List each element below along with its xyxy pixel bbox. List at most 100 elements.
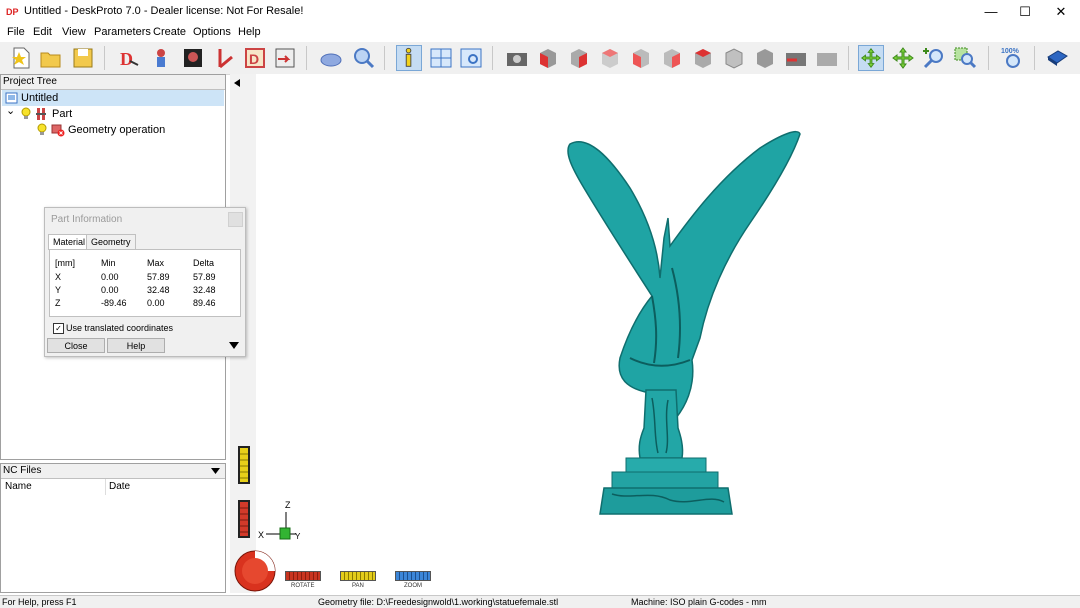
tab-geometry[interactable]: Geometry <box>86 234 136 249</box>
rotate-dial-icon[interactable] <box>234 550 276 592</box>
simulation-icon[interactable] <box>318 45 344 71</box>
view-bottom-icon[interactable] <box>721 45 747 71</box>
info-icon[interactable] <box>396 45 422 71</box>
status-machine: Machine: ISO plain G-codes - mm <box>631 597 767 607</box>
toolbar-separator <box>1034 46 1035 70</box>
row-y-min: 0.00 <box>101 285 119 295</box>
row-x-max: 57.89 <box>147 272 170 282</box>
pan-icon[interactable] <box>890 45 916 71</box>
open-folder-icon[interactable] <box>38 45 64 71</box>
nc-files-header[interactable]: NC Files <box>1 464 225 479</box>
window-title: Untitled - DeskProto 7.0 - Dealer licens… <box>24 5 304 17</box>
zoom-window-icon[interactable] <box>952 45 978 71</box>
menu-file[interactable]: File <box>7 26 25 38</box>
status-help: For Help, press F1 <box>2 597 77 607</box>
menu-parameters[interactable]: Parameters <box>94 26 151 38</box>
translated-coordinates-checkbox[interactable]: ✓ <box>53 323 64 334</box>
yellow-slider-icon[interactable] <box>238 446 250 484</box>
rotate-mode-button[interactable] <box>285 571 321 581</box>
zoom-in-icon[interactable] <box>921 45 947 71</box>
zoom-mode-button[interactable] <box>395 571 431 581</box>
lightbulb-icon[interactable] <box>21 107 31 120</box>
header-delta: Delta <box>193 258 215 268</box>
close-window-button[interactable]: ✕ <box>1044 0 1078 24</box>
pan-mode-button[interactable] <box>340 571 376 581</box>
part-parameters-icon[interactable] <box>148 45 174 71</box>
svg-text:100%: 100% <box>1001 48 1020 55</box>
close-button[interactable]: Close <box>47 338 105 353</box>
toolbar-separator <box>988 46 989 70</box>
row-x-axis: X <box>55 272 62 282</box>
save-icon[interactable] <box>70 45 96 71</box>
lightbulb-icon[interactable] <box>37 123 47 136</box>
view-left-icon[interactable] <box>628 45 654 71</box>
nc-files-panel: NC Files Name Date <box>0 463 226 593</box>
tree-item-untitled[interactable]: Untitled <box>2 90 224 106</box>
row-y-delta: 32.48 <box>193 285 216 295</box>
help-book-icon[interactable] <box>1044 45 1070 71</box>
zoom-100-icon[interactable]: 100% <box>1000 45 1026 71</box>
toolbar-separator <box>104 46 105 70</box>
window-layout-icon[interactable] <box>428 45 454 71</box>
next-view-icon[interactable] <box>814 45 840 71</box>
menu-help[interactable]: Help <box>238 26 261 38</box>
view-default-icon[interactable] <box>752 45 778 71</box>
rotate-icon[interactable] <box>858 45 884 71</box>
view-back-icon[interactable] <box>597 45 623 71</box>
row-x-min: 0.00 <box>101 272 119 282</box>
view-iso-icon[interactable] <box>535 45 561 71</box>
view-top-icon[interactable] <box>690 45 716 71</box>
menu-edit[interactable]: Edit <box>33 26 52 38</box>
toolbar-separator <box>848 46 849 70</box>
write-nc-file-icon[interactable] <box>272 45 298 71</box>
tab-material[interactable]: Material <box>48 234 91 250</box>
tree-label-untitled: Untitled <box>21 92 59 104</box>
project-tree-header: Project Tree <box>1 75 225 90</box>
dialog-close-button[interactable] <box>228 212 243 227</box>
statue-model[interactable] <box>560 128 810 520</box>
dropdown-arrow-icon[interactable] <box>211 468 220 474</box>
collapse-arrow-icon[interactable] <box>234 79 240 87</box>
dialog-view-icon[interactable] <box>458 45 484 71</box>
tree-item-geometry-operation[interactable]: Geometry operation <box>4 122 224 138</box>
minimize-button[interactable]: — <box>974 0 1008 24</box>
title-bar: DP Untitled - DeskProto 7.0 - Dealer lic… <box>0 0 1080 24</box>
row-y-max: 32.48 <box>147 285 170 295</box>
row-z-min: -89.46 <box>101 298 127 308</box>
red-slider-icon[interactable] <box>238 500 250 538</box>
view-front-icon[interactable] <box>566 45 592 71</box>
status-bar: For Help, press F1 Geometry file: D:\Fre… <box>0 595 1080 608</box>
menu-view[interactable]: View <box>62 26 86 38</box>
svg-text:D: D <box>120 49 133 69</box>
menu-create[interactable]: Create <box>153 26 186 38</box>
part-icon <box>36 108 46 120</box>
rotate-mode-label: ROTATE <box>291 583 315 589</box>
import-geometry-icon[interactable]: D <box>116 45 142 71</box>
nc-column-date[interactable]: Date <box>109 479 130 495</box>
help-button[interactable]: Help <box>107 338 165 353</box>
axis-label-z: Z <box>285 500 291 510</box>
nc-files-title: NC Files <box>3 465 42 476</box>
calculate-toolpath-icon[interactable]: D <box>242 45 268 71</box>
previous-view-icon[interactable] <box>783 45 809 71</box>
new-file-icon[interactable] <box>8 45 34 71</box>
nc-column-name[interactable]: Name <box>5 479 32 495</box>
maximize-button[interactable]: ☐ <box>1008 0 1042 24</box>
geometry-operation-icon <box>51 124 65 137</box>
tree-item-part[interactable]: ⌄ Part <box>4 103 224 122</box>
view-right-icon[interactable] <box>659 45 685 71</box>
header-max: Max <box>147 258 165 268</box>
toolpath-icon[interactable] <box>212 45 238 71</box>
operation-parameters-icon[interactable] <box>180 45 206 71</box>
zoom-mode-label: ZOOM <box>404 583 422 589</box>
expand-dialog-arrow-icon[interactable] <box>229 342 239 349</box>
main-toolbar: D D 100% <box>0 42 1080 75</box>
row-z-max: 0.00 <box>147 298 165 308</box>
menu-options[interactable]: Options <box>193 26 231 38</box>
preview-icon[interactable] <box>350 45 376 71</box>
camera-icon[interactable] <box>504 45 530 71</box>
toolbar-separator <box>492 46 493 70</box>
expand-chevron-icon[interactable]: ⌄ <box>6 103 15 119</box>
toolbar-separator <box>306 46 307 70</box>
row-z-delta: 89.46 <box>193 298 216 308</box>
